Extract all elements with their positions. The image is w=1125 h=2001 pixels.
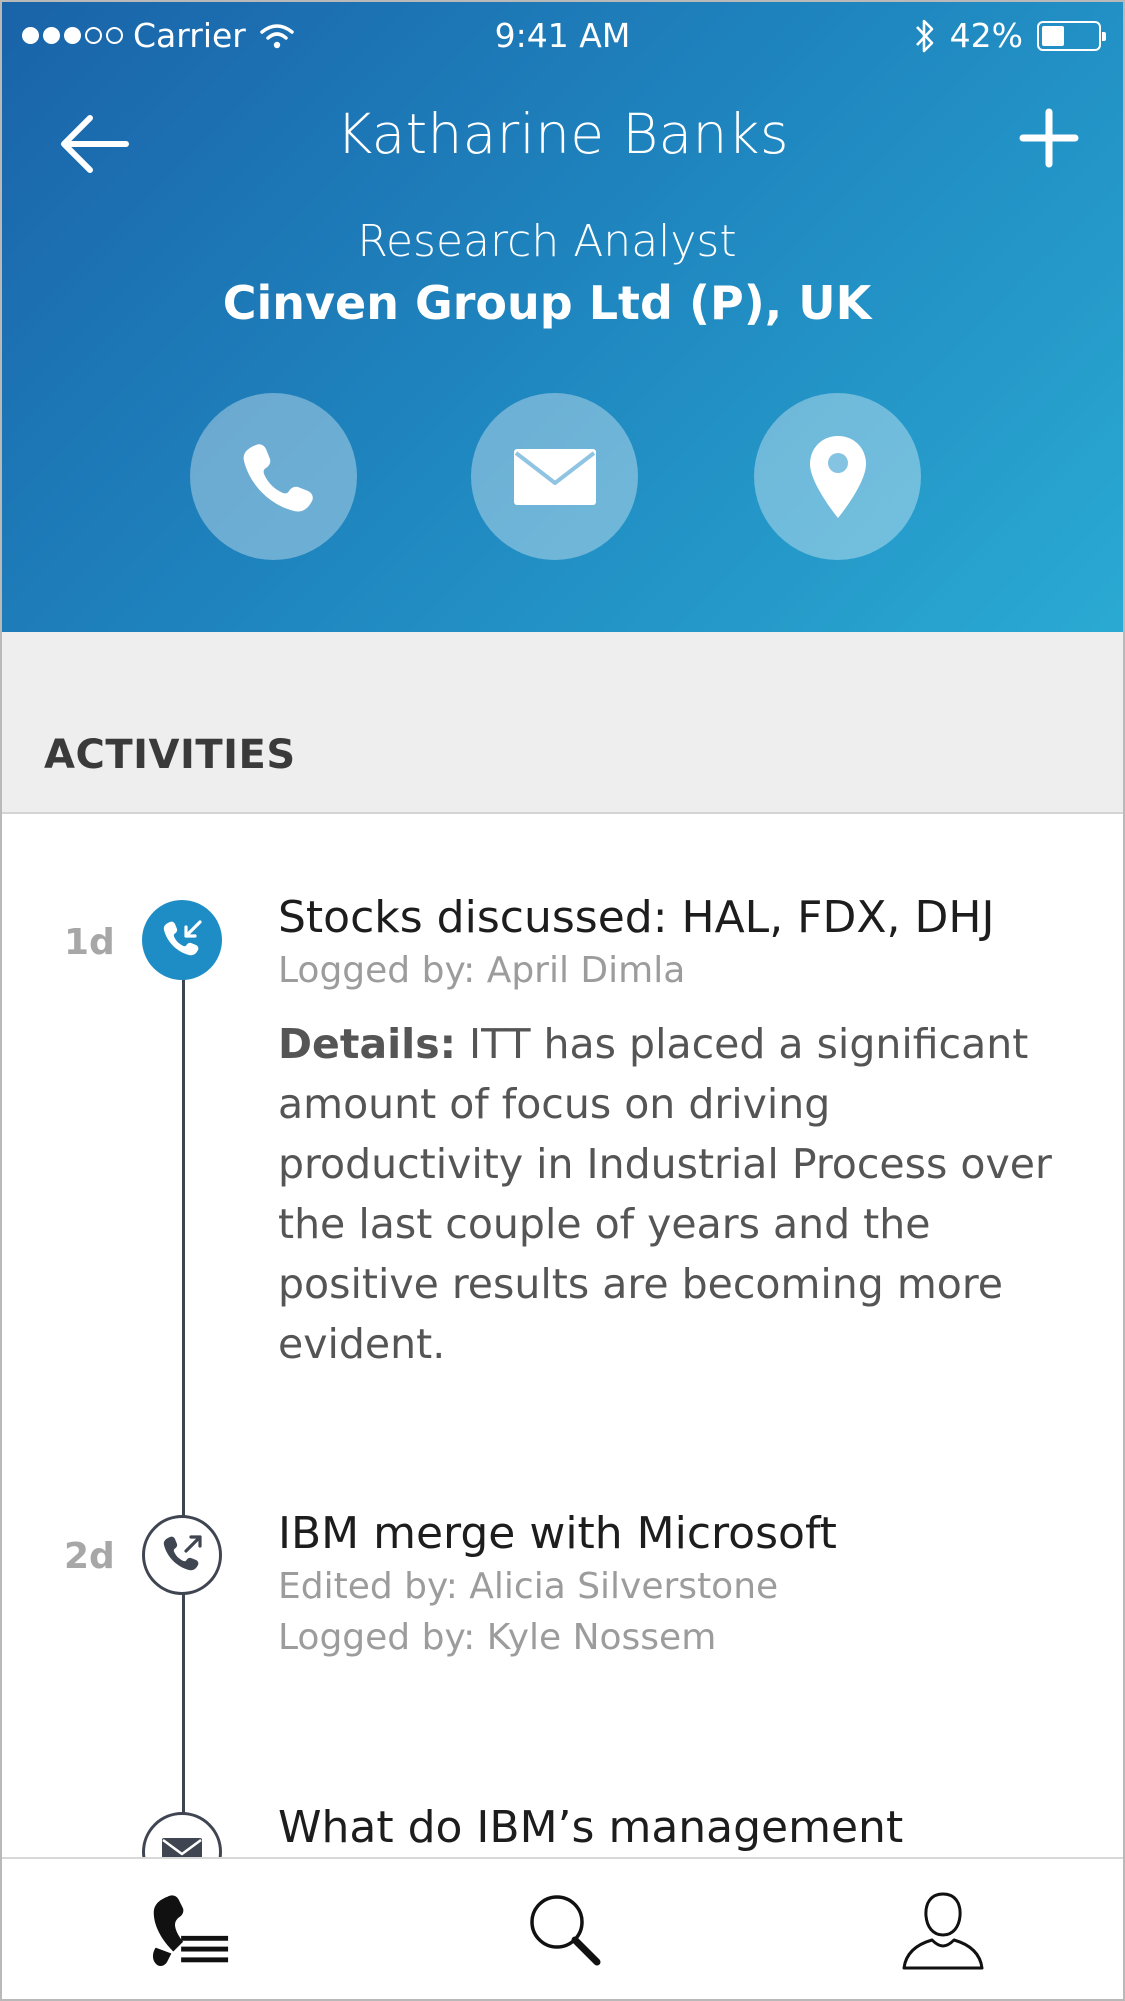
- activity-title[interactable]: Stocks discussed: HAL, FDX, DHJ: [278, 892, 994, 943]
- envelope-icon: [513, 448, 596, 505]
- section-title: ACTIVITIES: [44, 732, 296, 778]
- profile-icon: [902, 1892, 984, 1970]
- tab-profile[interactable]: [898, 1885, 988, 1975]
- tab-calls[interactable]: [142, 1885, 232, 1975]
- timeline-line: [182, 978, 185, 1859]
- phone-icon: [243, 443, 313, 512]
- status-right: 42%: [914, 16, 1106, 55]
- tab-search[interactable]: [520, 1885, 610, 1975]
- battery-level: [1042, 25, 1064, 46]
- battery-percentage: 42%: [949, 16, 1023, 55]
- activity-age: 2d: [64, 1536, 115, 1577]
- activity-age: 1d: [64, 922, 115, 963]
- activity-logged-by: Logged by: April Dimla: [278, 950, 686, 991]
- activity-title[interactable]: IBM merge with Microsoft: [278, 1508, 837, 1559]
- add-button[interactable]: [1019, 108, 1079, 168]
- call-button[interactable]: [190, 393, 357, 560]
- contact-name: Katharine Banks: [336, 102, 789, 166]
- incoming-call-icon: [163, 920, 202, 956]
- map-pin-icon: [809, 435, 866, 518]
- activities-timeline: 1d Stocks discussed: HAL, FDX, DHJ Logge…: [2, 814, 1123, 1859]
- activity-icon-button[interactable]: [142, 1812, 222, 1859]
- activity-details: Details: ITT has placed a significant am…: [278, 1014, 1078, 1374]
- contact-header: Carrier 9:41 AM 42% Katharine Banks Rese…: [2, 2, 1123, 632]
- outgoing-call-icon: [163, 1535, 202, 1571]
- battery-icon: [1037, 20, 1106, 51]
- contact-role: Research Analyst: [357, 216, 737, 267]
- activity-details-label: Details:: [278, 1020, 457, 1068]
- activity-title[interactable]: What do IBM’s management: [278, 1802, 903, 1853]
- contact-company: Cinven Group Ltd (P), UK: [222, 276, 872, 330]
- activities-section-header: ACTIVITIES: [2, 632, 1123, 814]
- bluetooth-icon: [915, 19, 933, 52]
- app-screen: Carrier 9:41 AM 42% Katharine Banks Rese…: [0, 0, 1125, 2001]
- calls-list-icon: [152, 1895, 229, 1966]
- plus-icon: [1019, 108, 1079, 168]
- activity-icon-button[interactable]: [142, 1515, 222, 1595]
- envelope-icon: [162, 1838, 202, 1859]
- search-icon: [530, 1895, 601, 1966]
- email-button[interactable]: [471, 393, 638, 560]
- activity-icon-button[interactable]: [142, 900, 222, 980]
- activity-logged-by: Logged by: Kyle Nossem: [278, 1617, 717, 1658]
- location-button[interactable]: [754, 393, 921, 560]
- activity-edited-by: Edited by: Alicia Silverstone: [278, 1566, 779, 1607]
- bottom-tab-bar: [2, 1857, 1123, 1999]
- status-bar: Carrier 9:41 AM 42%: [2, 2, 1123, 74]
- activity-details-text: ITT has placed a significant amount of f…: [278, 1020, 1052, 1368]
